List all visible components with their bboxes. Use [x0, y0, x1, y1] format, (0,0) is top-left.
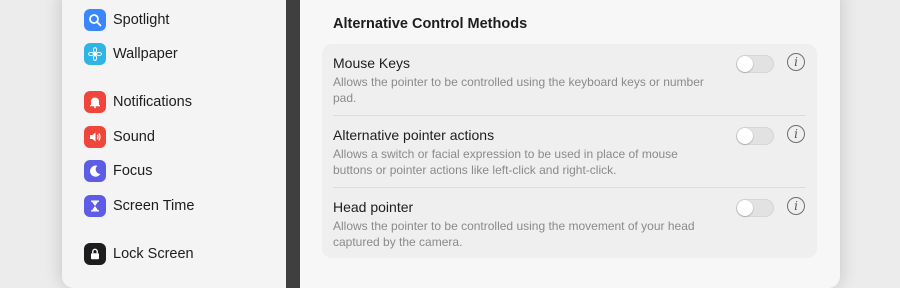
sidebar-item-wallpaper[interactable]: Wallpaper	[84, 41, 178, 67]
info-icon[interactable]: i	[787, 197, 805, 215]
alternative-pointer-actions-toggle[interactable]	[736, 127, 774, 145]
info-icon[interactable]: i	[787, 125, 805, 143]
setting-title: Alternative pointer actions	[333, 127, 495, 143]
setting-description: Allows the pointer to be controlled usin…	[333, 219, 695, 249]
split-divider[interactable]	[286, 0, 300, 288]
setting-row-head-pointer: Head pointer Allows the pointer to be co…	[322, 188, 817, 260]
sidebar: Spotlight Wallpaper Notifications Sound …	[62, 0, 286, 288]
hourglass-icon	[84, 195, 106, 217]
setting-description: Allows a switch or facial expression to …	[333, 147, 678, 177]
bell-icon	[84, 91, 106, 113]
sidebar-item-spotlight[interactable]: Spotlight	[84, 7, 169, 33]
toggle-knob	[737, 56, 753, 72]
sidebar-item-label: Notifications	[113, 94, 192, 110]
settings-group: Mouse Keys Allows the pointer to be cont…	[322, 44, 817, 258]
section-title: Alternative Control Methods	[333, 16, 528, 32]
sidebar-item-label: Spotlight	[113, 12, 170, 28]
flower-icon	[84, 43, 106, 65]
speaker-icon	[84, 126, 106, 148]
sidebar-item-notifications[interactable]: Notifications	[84, 89, 192, 115]
sidebar-item-label: Sound	[113, 129, 155, 145]
setting-row-mouse-keys: Mouse Keys Allows the pointer to be cont…	[322, 44, 817, 116]
setting-description: Allows the pointer to be controlled usin…	[333, 75, 704, 105]
toggle-knob	[737, 200, 753, 216]
settings-window: Spotlight Wallpaper Notifications Sound …	[62, 0, 840, 288]
sidebar-item-sound[interactable]: Sound	[84, 124, 155, 150]
sidebar-item-screen-time[interactable]: Screen Time	[84, 193, 194, 219]
toggle-knob	[737, 128, 753, 144]
main-pane: Alternative Control Methods Mouse Keys A…	[300, 0, 840, 288]
head-pointer-toggle[interactable]	[736, 199, 774, 217]
magnifier-icon	[84, 9, 106, 31]
sidebar-item-focus[interactable]: Focus	[84, 158, 153, 184]
sidebar-item-label: Wallpaper	[113, 46, 178, 62]
sidebar-item-label: Lock Screen	[113, 246, 194, 262]
setting-title: Head pointer	[333, 199, 414, 215]
sidebar-item-lock-screen[interactable]: Lock Screen	[84, 241, 194, 267]
info-icon[interactable]: i	[787, 53, 805, 71]
sidebar-item-label: Screen Time	[113, 198, 195, 214]
moon-icon	[84, 160, 106, 182]
mouse-keys-toggle[interactable]	[736, 55, 774, 73]
setting-row-alternative-pointer-actions: Alternative pointer actions Allows a swi…	[322, 116, 817, 188]
lock-icon	[84, 243, 106, 265]
setting-title: Mouse Keys	[333, 55, 411, 71]
sidebar-item-label: Focus	[113, 163, 153, 179]
